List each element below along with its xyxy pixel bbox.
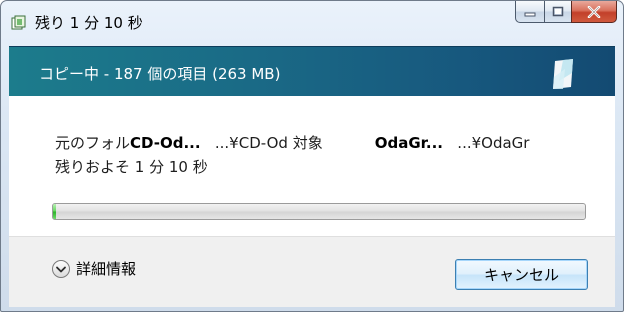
transfer-line: 元のフォルCD-Od... ...¥CD-Od 対象 OdaGr... ...¥O… xyxy=(55,132,529,153)
copy-status-text: コピー中 - 187 個の項目 (263 MB) xyxy=(39,65,281,83)
content-panel: 元のフォルCD-Od... ...¥CD-Od 対象 OdaGr... ...¥O… xyxy=(9,96,615,236)
title-bar[interactable]: 残り 1 分 10 秒 xyxy=(1,1,623,45)
to-name[interactable]: OdaGr... xyxy=(375,134,443,152)
copy-progress-dialog: 残り 1 分 10 秒 コピー中 - 187 個の項目 (263 MB) 元のフ… xyxy=(0,0,624,312)
caption-buttons xyxy=(515,1,617,23)
copy-progress-bar xyxy=(52,203,586,220)
close-icon xyxy=(587,5,601,18)
from-path: ...¥CD-Od xyxy=(214,134,288,152)
close-button[interactable] xyxy=(571,1,617,23)
minimize-button[interactable] xyxy=(515,1,544,23)
document-glass-icon xyxy=(553,59,573,89)
window-title: 残り 1 分 10 秒 xyxy=(35,14,143,32)
chevron-down-circle-icon xyxy=(52,259,70,278)
more-details-toggle[interactable]: 詳細情報 xyxy=(51,258,136,279)
status-banner: コピー中 - 187 個の項目 (263 MB) xyxy=(9,46,615,97)
cancel-button[interactable]: キャンセル xyxy=(455,259,588,290)
to-prefix: 対象 xyxy=(292,134,323,152)
to-path: ...¥OdaGr xyxy=(457,134,530,152)
copy-file-icon xyxy=(11,15,26,30)
maximize-icon xyxy=(552,6,564,17)
time-remaining: 残りおよそ 1 分 10 秒 xyxy=(55,158,208,176)
from-prefix: 元のフォル xyxy=(55,134,131,152)
maximize-button[interactable] xyxy=(544,1,571,23)
minimize-icon xyxy=(524,12,536,16)
more-details-label: 詳細情報 xyxy=(76,260,137,278)
from-name[interactable]: CD-Od... xyxy=(130,134,201,152)
dialog-footer: 詳細情報 キャンセル xyxy=(9,236,615,307)
progress-bar-fill xyxy=(53,204,56,219)
